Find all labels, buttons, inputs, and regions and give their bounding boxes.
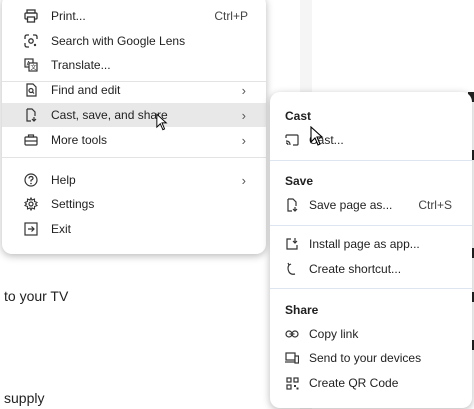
svg-text:文: 文 <box>31 64 37 72</box>
section-header-cast: Cast <box>285 109 312 123</box>
submenu-item-label: Copy link <box>309 327 359 341</box>
submenu-item-label: Save page as... <box>309 198 393 212</box>
submenu-item-create-qr-code[interactable]: Create QR Code <box>270 371 472 395</box>
qr-code-icon <box>284 375 300 391</box>
help-icon <box>23 172 39 188</box>
translate-icon: A文 <box>23 57 39 73</box>
menu-item-print[interactable]: Print... Ctrl+P <box>2 4 266 28</box>
install-app-icon <box>284 236 300 252</box>
background-text: supply <box>4 390 45 406</box>
gear-icon <box>23 196 39 212</box>
lens-icon <box>23 33 39 49</box>
save-page-icon <box>284 197 300 213</box>
menu-item-label: Find and edit <box>51 83 121 97</box>
menu-item-exit[interactable]: Exit <box>2 217 266 241</box>
background-text: to your TV <box>4 288 69 304</box>
section-header-share: Share <box>285 303 319 317</box>
submenu-separator <box>270 160 472 161</box>
link-icon <box>284 326 300 342</box>
toolbox-icon <box>23 132 39 148</box>
chevron-right-icon: › <box>241 82 246 98</box>
submenu-separator <box>270 288 472 289</box>
menu-separator <box>2 157 266 158</box>
menu-item-more-tools[interactable]: More tools › <box>2 128 266 152</box>
chevron-right-icon: › <box>241 132 246 148</box>
submenu-item-label: Create QR Code <box>309 376 399 390</box>
menu-item-cast-save-share[interactable]: Cast, save, and share › <box>2 103 266 127</box>
menu-item-label: Print... <box>51 9 86 23</box>
cast-icon <box>284 132 300 148</box>
menu-item-label: Cast, save, and share <box>51 108 168 122</box>
submenu-item-cast[interactable]: Cast... <box>270 128 472 152</box>
menu-item-settings[interactable]: Settings <box>2 192 266 216</box>
shortcut-label: Ctrl+S <box>418 198 452 212</box>
submenu-separator <box>270 225 472 226</box>
menu-item-label: More tools <box>51 133 108 147</box>
menu-item-label: Translate... <box>51 58 111 72</box>
submenu-item-install-app[interactable]: Install page as app... <box>270 232 472 256</box>
submenu-item-save-page[interactable]: Save page as... Ctrl+S <box>270 193 472 217</box>
submenu-item-copy-link[interactable]: Copy link <box>270 322 472 346</box>
menu-item-label: Search with Google Lens <box>51 34 186 48</box>
shortcut-icon <box>284 261 300 277</box>
devices-icon <box>284 350 300 366</box>
mouse-pointer-icon <box>156 113 168 131</box>
menu-item-google-lens[interactable]: Search with Google Lens <box>2 29 266 53</box>
menu-item-label: Help <box>51 173 76 187</box>
find-icon <box>23 82 39 98</box>
submenu-item-label: Install page as app... <box>309 237 420 251</box>
submenu-item-label: Create shortcut... <box>309 262 402 276</box>
menu-item-label: Exit <box>51 222 72 236</box>
section-header-save: Save <box>285 174 314 188</box>
submenu-item-send-to-devices[interactable]: Send to your devices <box>270 346 472 370</box>
menu-item-find-and-edit[interactable]: Find and edit › <box>2 78 266 102</box>
chevron-right-icon: › <box>241 172 246 188</box>
shortcut-label: Ctrl+P <box>214 9 248 23</box>
printer-icon <box>23 8 39 24</box>
cast-save-share-submenu: Cast Cast... Save Save page as... Ctrl+S… <box>270 92 472 408</box>
context-menu: Print... Ctrl+P Search with Google Lens … <box>2 0 266 254</box>
mouse-pointer-icon <box>310 126 324 146</box>
exit-icon <box>23 221 39 237</box>
menu-item-translate[interactable]: A文 Translate... <box>2 53 266 77</box>
menu-item-label: Settings <box>51 197 95 211</box>
menu-item-help[interactable]: Help › <box>2 168 266 192</box>
submenu-item-label: Send to your devices <box>309 351 422 365</box>
cast-save-share-icon <box>23 107 39 123</box>
submenu-item-create-shortcut[interactable]: Create shortcut... <box>270 257 472 281</box>
chevron-right-icon: › <box>241 107 246 123</box>
